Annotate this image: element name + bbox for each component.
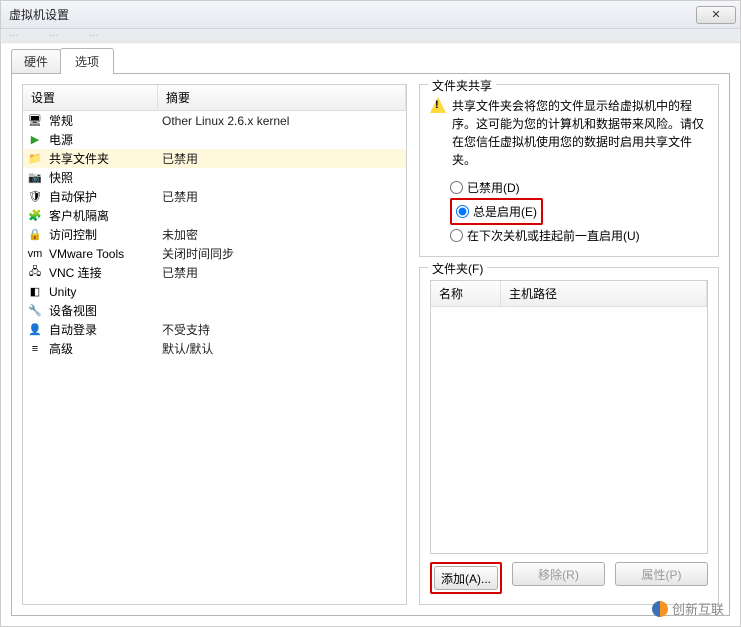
- settings-row[interactable]: 🔒 访问控制未加密: [23, 225, 406, 244]
- folders-col-host: 主机路径: [501, 281, 707, 306]
- folder-sharing-legend: 文件夹共享: [428, 77, 496, 94]
- settings-row-name: VNC 连接: [49, 264, 162, 281]
- folders-table-header: 名称 主机路径: [431, 281, 707, 307]
- folder-properties-button[interactable]: 属性(P): [615, 562, 708, 586]
- settings-row-name: Unity: [49, 285, 162, 299]
- radio-always-label: 总是启用(E): [473, 203, 537, 220]
- settings-row[interactable]: 🛡 自动保护已禁用: [23, 187, 406, 206]
- settings-row-name: 快照: [49, 169, 162, 186]
- titlebar: 虚拟机设置 ✕: [1, 1, 740, 29]
- folders-table: 名称 主机路径: [430, 280, 708, 554]
- warning-text: 共享文件夹会将您的文件显示给虚拟机中的程序。这可能为您的计算机和数据带来风险。请…: [452, 97, 708, 169]
- settings-list-header: 设置 摘要: [23, 85, 406, 111]
- settings-row[interactable]: ▶ 电源: [23, 130, 406, 149]
- settings-row-summary: 已禁用: [162, 264, 402, 281]
- camera-icon: 📷: [27, 170, 43, 186]
- settings-row-name: 电源: [49, 131, 162, 148]
- folders-col-name: 名称: [431, 281, 501, 306]
- settings-row-name: 常规: [49, 112, 162, 129]
- close-icon: ✕: [711, 8, 720, 21]
- highlight-always-enabled: 总是启用(E): [450, 198, 543, 225]
- settings-row[interactable]: 🧩 客户机隔离: [23, 206, 406, 225]
- lock-icon: 🔒: [27, 227, 43, 243]
- radio-always[interactable]: 总是启用(E): [456, 201, 537, 222]
- right-pane: 文件夹共享 共享文件夹会将您的文件显示给虚拟机中的程序。这可能为您的计算机和数据…: [419, 84, 719, 605]
- tab-options[interactable]: 选项: [60, 48, 114, 74]
- settings-row[interactable]: 📷 快照: [23, 168, 406, 187]
- folder-sharing-group: 文件夹共享 共享文件夹会将您的文件显示给虚拟机中的程序。这可能为您的计算机和数据…: [419, 84, 719, 257]
- tabstrip: 硬件 选项: [11, 51, 730, 73]
- warning-row: 共享文件夹会将您的文件显示给虚拟机中的程序。这可能为您的计算机和数据带来风险。请…: [430, 97, 708, 169]
- settings-list-body: 🖥常规Other Linux 2.6.x kernel▶电源📁共享文件夹已禁用📷…: [23, 111, 406, 604]
- settings-row-name: 设备视图: [49, 302, 162, 319]
- play-icon: ▶: [27, 132, 43, 148]
- folders-legend: 文件夹(F): [428, 260, 487, 277]
- settings-row[interactable]: 🖥 常规Other Linux 2.6.x kernel: [23, 111, 406, 130]
- login-icon: 👤: [27, 322, 43, 338]
- tab-content-options: 设置 摘要 🖥 常规Other Linux 2.6.x kernel ▶ 电源 📁 共享文…: [11, 73, 730, 616]
- settings-row-summary: 关闭时间同步: [162, 245, 402, 262]
- settings-row-summary: 不受支持: [162, 321, 402, 338]
- settings-row-summary: 已禁用: [162, 188, 402, 205]
- settings-row-name: 自动保护: [49, 188, 162, 205]
- tab-hardware[interactable]: 硬件: [11, 49, 61, 73]
- settings-row[interactable]: 👤 自动登录不受支持: [23, 320, 406, 339]
- settings-row-name: 访问控制: [49, 226, 162, 243]
- dialog-body: 硬件 选项 设置 摘要 🖥 常规Other Linux 2.6.x kernel ▶…: [1, 43, 740, 626]
- radio-disabled-label: 已禁用(D): [467, 179, 520, 196]
- settings-row-summary: 默认/默认: [162, 340, 402, 357]
- settings-row[interactable]: vm VMware Tools关闭时间同步: [23, 244, 406, 263]
- vm-icon: vm: [27, 246, 43, 262]
- settings-row-name: 客户机隔离: [49, 207, 162, 224]
- settings-row-name: 共享文件夹: [49, 150, 162, 167]
- settings-list: 设置 摘要 🖥 常规Other Linux 2.6.x kernel ▶ 电源 📁 共享文…: [22, 84, 407, 605]
- device-icon: 🔧: [27, 303, 43, 319]
- highlight-add-button: 添加(A)...: [430, 562, 502, 594]
- col-summary: 摘要: [158, 85, 406, 110]
- window-title: 虚拟机设置: [9, 6, 69, 23]
- col-settings: 设置: [23, 85, 158, 110]
- radio-until[interactable]: 在下次关机或挂起前一直启用(U): [450, 225, 708, 246]
- settings-row[interactable]: 📁 共享文件夹已禁用: [23, 149, 406, 168]
- settings-row[interactable]: ≡ 高级默认/默认: [23, 339, 406, 358]
- shield-icon: 🛡: [27, 189, 43, 205]
- monitor-icon: 🖥: [27, 113, 43, 129]
- radio-always-input[interactable]: [456, 205, 469, 218]
- settings-row-name: 高级: [49, 340, 162, 357]
- settings-row-summary: 已禁用: [162, 150, 402, 167]
- folders-empty-area: [431, 307, 707, 553]
- vnc-icon: 🖧: [27, 265, 43, 281]
- add-folder-button[interactable]: 添加(A)...: [434, 566, 498, 590]
- radio-until-label: 在下次关机或挂起前一直启用(U): [467, 227, 640, 244]
- radio-disabled-input[interactable]: [450, 181, 463, 194]
- folders-buttons: 添加(A)... 移除(R) 属性(P): [430, 562, 708, 594]
- warning-icon: [430, 97, 446, 113]
- settings-row-name: VMware Tools: [49, 247, 162, 261]
- settings-row-summary: Other Linux 2.6.x kernel: [162, 114, 402, 128]
- folder-icon: 📁: [27, 151, 43, 167]
- settings-row[interactable]: 🖧 VNC 连接已禁用: [23, 263, 406, 282]
- radio-until-input[interactable]: [450, 229, 463, 242]
- advanced-icon: ≡: [27, 341, 43, 357]
- remove-folder-button[interactable]: 移除(R): [512, 562, 605, 586]
- vm-settings-window: 虚拟机设置 ✕ ········· 硬件 选项 设置 摘要 🖥 常规Other L…: [0, 0, 741, 627]
- settings-row-summary: 未加密: [162, 226, 402, 243]
- radio-disabled[interactable]: 已禁用(D): [450, 177, 708, 198]
- isolate-icon: 🧩: [27, 208, 43, 224]
- folders-group: 文件夹(F) 名称 主机路径 添加(A)... 移除(R) 属性(P): [419, 267, 719, 605]
- sharing-radios: 已禁用(D) 总是启用(E) 在下次关机或挂起前一直启用(U): [450, 177, 708, 246]
- background-blur-menu: ·········: [1, 29, 740, 43]
- settings-row[interactable]: ◧ Unity: [23, 282, 406, 301]
- settings-row-name: 自动登录: [49, 321, 162, 338]
- close-button[interactable]: ✕: [696, 6, 736, 24]
- settings-row[interactable]: 🔧 设备视图: [23, 301, 406, 320]
- unity-icon: ◧: [27, 284, 43, 300]
